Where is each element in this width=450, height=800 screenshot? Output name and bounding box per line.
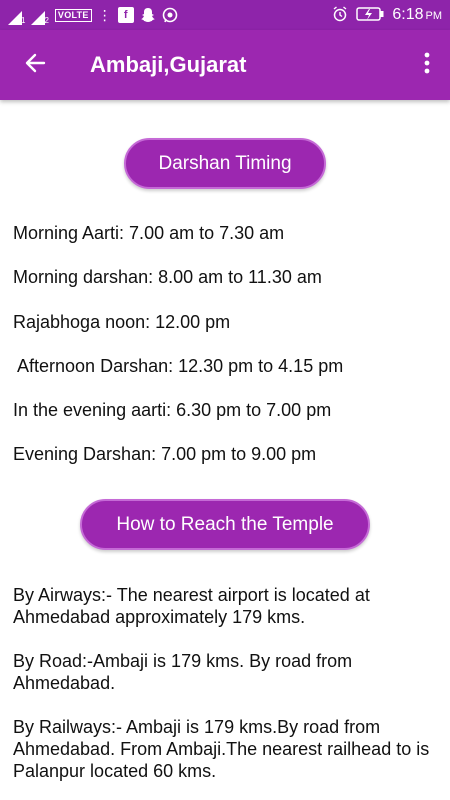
overflow-menu-button[interactable] xyxy=(404,30,450,100)
whatsapp-icon xyxy=(162,7,178,23)
volte-badge: VOLTE xyxy=(54,8,92,22)
reach-item: By Railways:- Ambaji is 179 kms.By road … xyxy=(13,717,430,781)
timing-item: Afternoon Darshan: 12.30 pm to 4.15 pm xyxy=(13,356,344,376)
facebook-icon: f xyxy=(117,7,134,23)
alarm-icon xyxy=(332,5,348,25)
timing-item: Evening Darshan: 7.00 pm to 9.00 pm xyxy=(13,444,317,464)
page-title: Ambaji,Gujarat xyxy=(90,52,247,77)
more-notifications-icon: ⋮ xyxy=(97,7,112,23)
more-vert-icon xyxy=(424,52,430,79)
how-to-reach-button[interactable]: How to Reach the Temple xyxy=(80,499,370,550)
battery-icon xyxy=(356,6,384,24)
signal-icon: 2 xyxy=(31,6,49,25)
timing-item: Morning Aarti: 7.00 am to 7.30 am xyxy=(13,223,285,243)
sim1-label: 1 xyxy=(21,15,26,25)
reach-item: By Airways:- The nearest airport is loca… xyxy=(13,585,370,627)
darshan-timing-button[interactable]: Darshan Timing xyxy=(124,138,326,189)
clock-time: 6:18 xyxy=(392,6,424,23)
reach-item: By Road:-Ambaji is 179 kms. By road from… xyxy=(13,651,353,693)
snapchat-icon xyxy=(140,7,156,23)
timing-item: In the evening aarti: 6.30 pm to 7.00 pm xyxy=(13,400,332,420)
arrow-back-icon xyxy=(24,52,46,79)
timing-item: Rajabhoga noon: 12.00 pm xyxy=(13,312,231,332)
clock-ampm: PM xyxy=(425,10,443,22)
signal-icon: 1 xyxy=(8,6,25,25)
app-bar: Ambaji,Gujarat xyxy=(0,30,450,100)
timing-item: Morning darshan: 8.00 am to 11.30 am xyxy=(13,267,322,287)
clock: 6:18 PM xyxy=(392,6,442,24)
back-button[interactable] xyxy=(0,30,70,100)
status-bar: 1 2 VOLTE ⋮ f 6:18 PM xyxy=(0,0,450,30)
sim2-label: 2 xyxy=(44,15,49,25)
